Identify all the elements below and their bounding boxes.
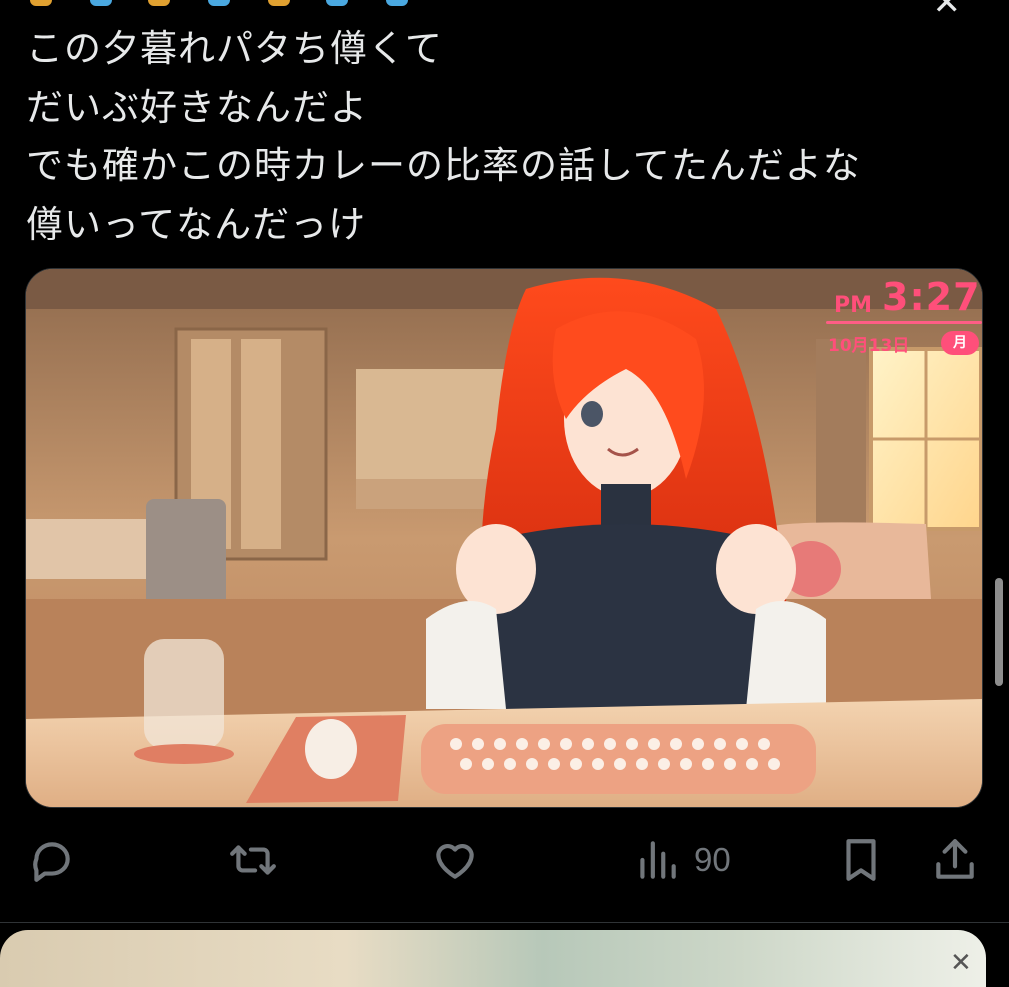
retweet-button[interactable] — [228, 830, 278, 890]
views-icon — [640, 841, 676, 879]
clock-date: 10月13日 — [828, 336, 910, 356]
share-button[interactable] — [930, 830, 980, 890]
clock-time: 3:27 — [882, 275, 981, 319]
tweet-line: だいぶ好きなんだよ — [26, 85, 368, 129]
next-tweet-image[interactable] — [0, 930, 986, 987]
views-button[interactable]: 90 — [632, 830, 731, 890]
tweet-line: でも確かこの時カレーの比率の話してたんだよな — [26, 144, 861, 187]
clock-divider — [826, 321, 982, 324]
clock-day-badge: 月 — [941, 331, 979, 355]
timeline: ✕ この夕暮れパタち僔くて だいぶ好きなんだよ でも確かこの時カレーの比率の話し… — [0, 0, 1009, 987]
bookmark-button[interactable] — [836, 830, 886, 890]
views-count: 90 — [694, 841, 731, 878]
like-button[interactable] — [430, 830, 480, 890]
tweet-image[interactable]: PM 3:27 10月13日 月 — [25, 268, 983, 808]
reply-button[interactable] — [26, 830, 76, 890]
close-icon[interactable]: ✕ — [950, 948, 972, 978]
grok-icon[interactable]: ✕ — [933, 0, 962, 20]
tweet-divider — [0, 922, 1009, 923]
reply-icon — [33, 842, 70, 882]
bookmark-icon — [846, 839, 876, 881]
tweet-text: この夕暮れパタち僔くて だいぶ好きなんだよ でも確かこの時カレーの比率の話してた… — [26, 20, 986, 254]
retweet-icon — [230, 845, 276, 875]
clock-ampm: PM — [834, 293, 873, 318]
tweet-action-bar: 90 — [0, 830, 1009, 890]
scrollbar-thumb[interactable] — [995, 578, 1003, 686]
tweet-line: この夕暮れパタち僔くて — [26, 27, 443, 70]
share-icon — [936, 839, 974, 879]
tweet-line: 僔いってなんだっけ — [26, 202, 367, 246]
heart-icon — [436, 844, 474, 879]
emoji-row-cutoff — [30, 0, 450, 8]
